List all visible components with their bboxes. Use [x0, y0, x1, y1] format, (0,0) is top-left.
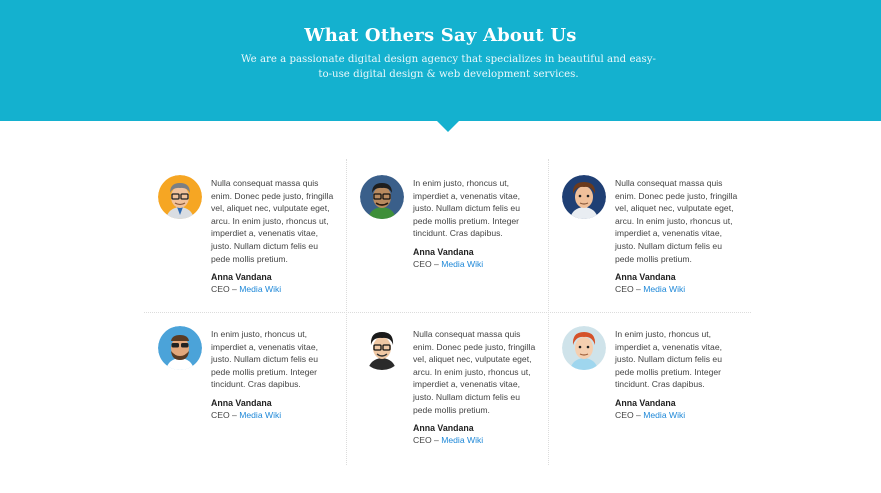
testimonial-role: CEO – Media Wiki: [211, 410, 339, 420]
man-glasses-green-avatar-icon: [360, 175, 404, 219]
role-title: CEO –: [413, 258, 442, 269]
testimonial-quote: Nulla consequat massa quis enim. Donec p…: [615, 178, 738, 264]
man-brown-hair-navy-avatar-icon: [562, 175, 606, 219]
page-subtitle: We are a passionate digital design agenc…: [241, 54, 656, 80]
testimonial-quote: Nulla consequat massa quis enim. Donec p…: [211, 178, 334, 264]
testimonial-quote: Nulla consequat massa quis enim. Donec p…: [413, 329, 536, 415]
testimonial-role: CEO – Media Wiki: [615, 284, 743, 294]
testimonial-role: CEO – Media Wiki: [413, 259, 541, 269]
company-link[interactable]: Media Wiki: [643, 410, 685, 420]
testimonial-author: Anna Vandana: [615, 397, 676, 408]
header-pointer: [437, 121, 459, 132]
testimonial-author: Anna Vandana: [615, 272, 676, 283]
company-link[interactable]: Media Wiki: [441, 259, 483, 269]
testimonial-author: Anna Vandana: [211, 272, 272, 283]
company-link[interactable]: Media Wiki: [239, 284, 281, 294]
testimonial-quote: In enim justo, rhoncus ut, imperdiet a, …: [211, 329, 319, 390]
testimonial-quote: In enim justo, rhoncus ut, imperdiet a, …: [413, 178, 521, 239]
role-title: CEO –: [615, 284, 644, 295]
man-glasses-orange-avatar-icon: [158, 175, 202, 219]
man-sunglasses-beard-avatar-icon: [158, 326, 202, 370]
testimonial-role: CEO – Media Wiki: [615, 410, 743, 420]
testimonial-role: CEO – Media Wiki: [413, 435, 541, 445]
page-title: What Others Say About Us: [304, 25, 577, 46]
company-link[interactable]: Media Wiki: [239, 410, 281, 420]
testimonials-grid: Nulla consequat massa quis enim. Donec p…: [144, 159, 751, 465]
man-glasses-dark-hair-avatar-icon: [360, 326, 404, 370]
role-title: CEO –: [211, 409, 240, 420]
testimonial-quote: In enim justo, rhoncus ut, imperdiet a, …: [615, 329, 723, 390]
company-link[interactable]: Media Wiki: [441, 435, 483, 445]
role-title: CEO –: [615, 409, 644, 420]
testimonial-role: CEO – Media Wiki: [211, 284, 339, 294]
company-link[interactable]: Media Wiki: [643, 284, 685, 294]
grid-divider: [144, 312, 751, 313]
role-title: CEO –: [413, 435, 442, 446]
role-title: CEO –: [211, 284, 240, 295]
man-red-hair-avatar-icon: [562, 326, 606, 370]
testimonials-header: What Others Say About Us We are a passio…: [0, 0, 881, 121]
testimonial-author: Anna Vandana: [413, 246, 474, 257]
testimonial-author: Anna Vandana: [211, 397, 272, 408]
testimonial-author: Anna Vandana: [413, 423, 474, 434]
